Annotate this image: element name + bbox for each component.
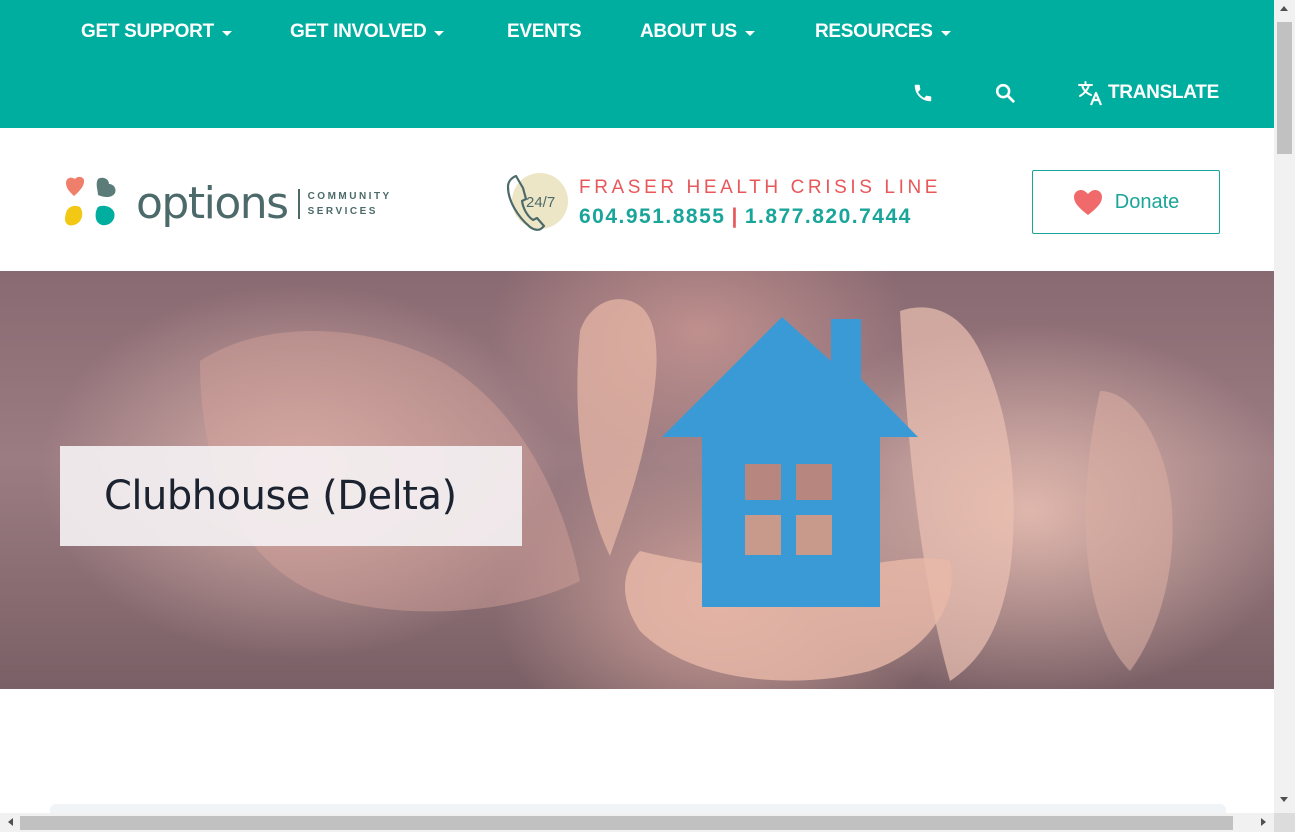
- phone-24-7-icon: 24/7: [506, 173, 568, 231]
- donate-label: Donate: [1114, 190, 1180, 213]
- scroll-left-arrow-icon[interactable]: [8, 818, 13, 826]
- nav-about-us[interactable]: ABOUT US: [640, 18, 755, 46]
- site-header: options COMMUNITY SERVICES 24/7 FRASER H…: [0, 128, 1274, 271]
- badge-24-7: 24/7: [526, 194, 555, 211]
- scroll-up-arrow-icon[interactable]: [1280, 6, 1288, 11]
- nav-get-involved[interactable]: GET INVOLVED: [290, 18, 445, 46]
- scroll-right-arrow-icon[interactable]: [1261, 818, 1266, 826]
- phone-button[interactable]: [912, 78, 934, 108]
- search-button[interactable]: [994, 78, 1016, 108]
- chevron-down-icon: [940, 30, 951, 36]
- vertical-scrollbar-thumb[interactable]: [1277, 22, 1292, 154]
- phone-separator: |: [731, 205, 739, 228]
- scroll-down-arrow-icon[interactable]: [1280, 797, 1288, 802]
- nav-label: RESOURCES: [815, 21, 933, 42]
- chevron-down-icon: [434, 30, 445, 36]
- phone-icon: [914, 84, 932, 102]
- content-card: [50, 804, 1226, 813]
- hero-banner: Clubhouse (Delta): [0, 271, 1274, 689]
- donate-button[interactable]: Donate: [1032, 170, 1220, 234]
- nav-label: GET INVOLVED: [290, 21, 427, 42]
- crisis-phone-tollfree[interactable]: 1.877.820.7444: [745, 205, 912, 228]
- logo-mark-icon: [65, 176, 116, 226]
- nav-label: EVENTS: [507, 21, 582, 42]
- logo-subtitle-line1: COMMUNITY: [307, 191, 392, 202]
- translate-label: TRANSLATE: [1108, 82, 1219, 103]
- logo-wordmark: options: [136, 178, 289, 229]
- crisis-phone-numbers: 604.951.8855 | 1.877.820.7444: [579, 205, 912, 229]
- browser-viewport: GET SUPPORT GET INVOLVED EVENTS ABOUT US…: [0, 0, 1274, 813]
- logo-subtitle-line2: SERVICES: [307, 206, 378, 217]
- options-logo[interactable]: options COMMUNITY SERVICES: [62, 172, 422, 236]
- nav-label: ABOUT US: [640, 21, 737, 42]
- top-navigation-bar: GET SUPPORT GET INVOLVED EVENTS ABOUT US…: [0, 0, 1274, 128]
- scrollbar-corner: [1274, 813, 1295, 832]
- search-icon: [995, 83, 1015, 103]
- crisis-phone-local[interactable]: 604.951.8855: [579, 205, 725, 228]
- translate-button[interactable]: TRANSLATE: [1077, 78, 1219, 108]
- crisis-line-block: 24/7 FRASER HEALTH CRISIS LINE 604.951.8…: [502, 170, 937, 236]
- horizontal-scrollbar-thumb[interactable]: [20, 816, 1233, 830]
- chevron-down-icon: [744, 30, 755, 36]
- logo-subtitle: COMMUNITY SERVICES: [308, 189, 392, 219]
- translate-icon: [1078, 81, 1103, 106]
- heart-icon: [1073, 189, 1102, 215]
- chevron-down-icon: [221, 30, 232, 36]
- logo-divider: [297, 189, 300, 219]
- page-title-box: Clubhouse (Delta): [60, 446, 522, 546]
- nav-label: GET SUPPORT: [81, 21, 214, 42]
- page-title: Clubhouse (Delta): [104, 473, 457, 519]
- nav-events[interactable]: EVENTS: [507, 18, 582, 46]
- nav-resources[interactable]: RESOURCES: [815, 18, 951, 46]
- nav-get-support[interactable]: GET SUPPORT: [81, 18, 232, 46]
- crisis-line-title: FRASER HEALTH CRISIS LINE: [579, 177, 942, 198]
